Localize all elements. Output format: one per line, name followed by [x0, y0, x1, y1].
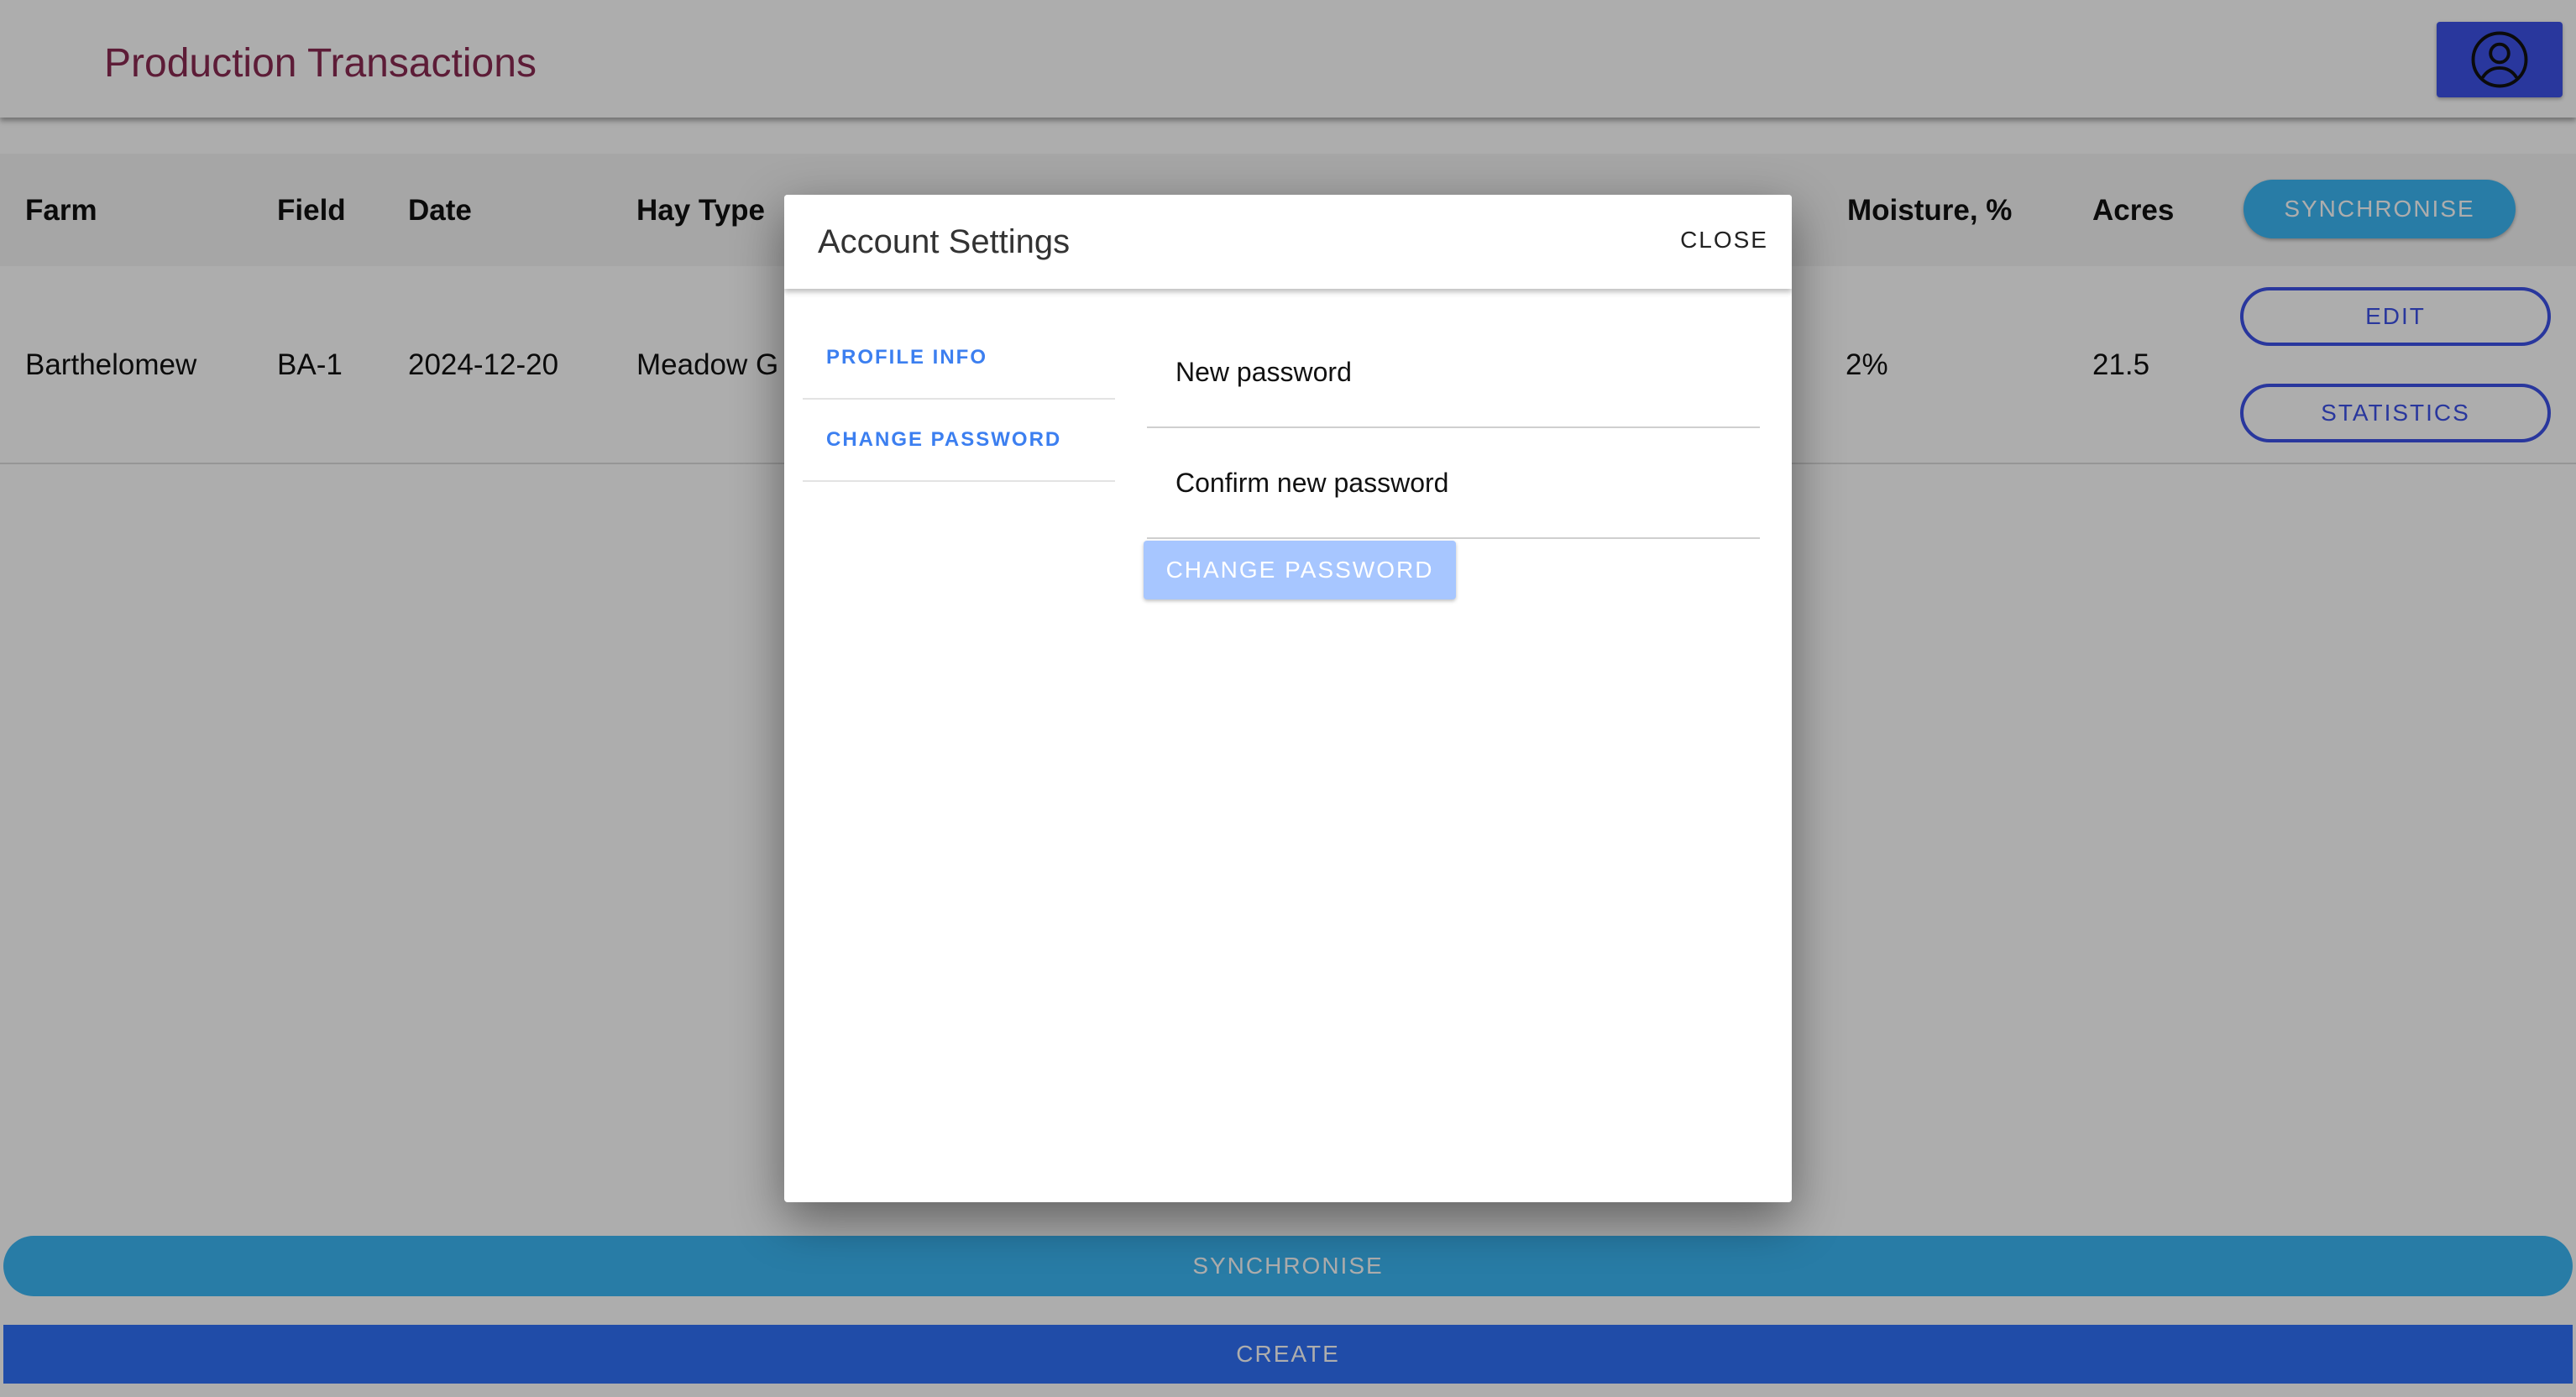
close-button[interactable]: CLOSE — [1680, 227, 1768, 254]
change-password-submit-button[interactable]: CHANGE PASSWORD — [1144, 541, 1456, 599]
new-password-field[interactable] — [1147, 317, 1760, 426]
confirm-password-field[interactable] — [1147, 428, 1760, 537]
nav-item-change-password[interactable]: CHANGE PASSWORD — [803, 400, 1115, 482]
nav-item-profile-info[interactable]: PROFILE INFO — [803, 317, 1115, 400]
dialog-title: Account Settings — [818, 223, 1071, 260]
confirm-password-field-wrapper — [1147, 428, 1760, 539]
app-root: Production Transactions Farm Field Date … — [0, 0, 2576, 1397]
change-password-form — [1147, 317, 1760, 539]
new-password-field-wrapper — [1147, 317, 1760, 428]
settings-nav: PROFILE INFO CHANGE PASSWORD — [803, 317, 1115, 482]
dialog-header: Account Settings CLOSE — [784, 195, 1792, 289]
account-settings-dialog: Account Settings CLOSE PROFILE INFO CHAN… — [784, 195, 1792, 1202]
